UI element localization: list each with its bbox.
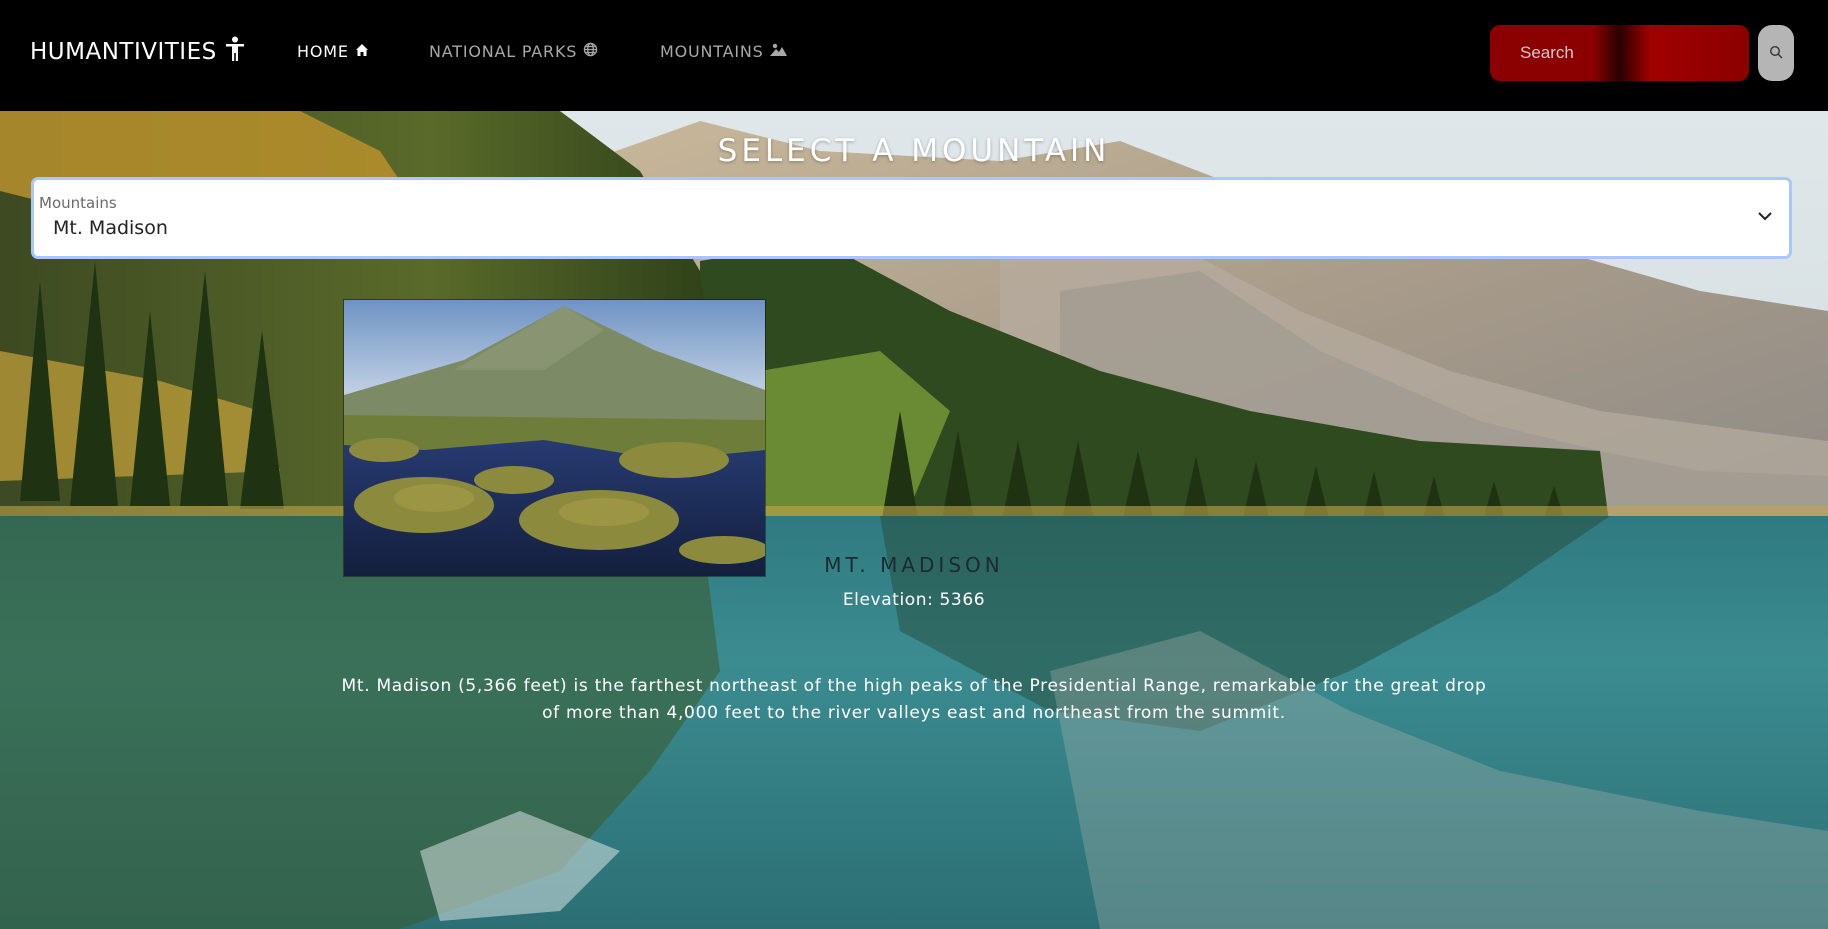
mountain-photo	[343, 299, 766, 577]
select-label: Mountains	[39, 194, 117, 212]
brand-logo[interactable]: HUMANTIVITIES	[30, 36, 245, 68]
chevron-down-icon	[1757, 208, 1773, 228]
nav-item-national-parks[interactable]: NATIONAL PARKS	[429, 42, 598, 61]
nav-item-national-parks-label: NATIONAL PARKS	[429, 42, 578, 61]
nav-item-home-label: HOME	[297, 42, 349, 61]
landscape-icon	[769, 42, 787, 61]
house-icon	[355, 42, 369, 61]
search-button[interactable]	[1758, 25, 1794, 81]
brand-name: HUMANTIVITIES	[30, 39, 217, 65]
search-input[interactable]	[1490, 25, 1749, 81]
page-title: SELECT A MOUNTAIN	[717, 133, 1111, 169]
nav-item-mountains[interactable]: MOUNTAINS	[660, 42, 787, 61]
nav-item-home[interactable]: HOME	[297, 42, 369, 61]
top-navbar: HUMANTIVITIES HOME NATIONAL PARKS MOUNTA…	[0, 0, 1828, 111]
mountain-elevation: Elevation: 5366	[842, 590, 986, 610]
person-accessibility-icon	[225, 36, 245, 68]
select-value: Mt. Madison	[53, 217, 168, 239]
nav-item-mountains-label: MOUNTAINS	[660, 42, 764, 61]
mountain-select[interactable]: Mountains Mt. Madison	[34, 180, 1789, 256]
globe-icon	[583, 42, 598, 61]
search-icon	[1769, 44, 1783, 63]
mountain-description: Mt. Madison (5,366 feet) is the farthest…	[341, 676, 1487, 723]
mountain-name: MT. MADISON	[824, 553, 1004, 577]
